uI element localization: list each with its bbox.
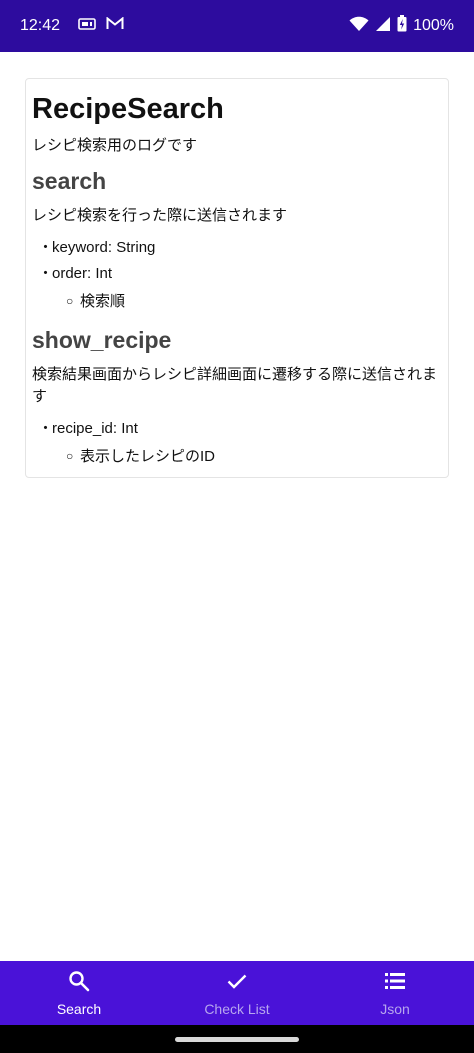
status-time: 12:42 [20,17,61,34]
doc-description: レシピ検索用のログです [32,137,198,154]
wifi-icon [349,16,369,37]
nav-item-search[interactable]: Search [0,961,158,1025]
nav-item-json[interactable]: Json [316,961,474,1025]
param-label: recipe_id: Int [52,420,138,437]
event-description-search: レシピ検索を行った際に送信されます [32,207,288,224]
search-icon [67,969,91,998]
nav-label-check-list: Check List [204,1001,270,1017]
event-name-show-recipe: show_recipe [32,327,172,353]
param-item: ・keyword: String [38,239,156,256]
param-label: keyword: String [52,239,156,256]
status-bar: 12:42 100% [0,0,474,52]
log-document-card: RecipeSearch レシピ検索用のログです search レシピ検索を行っ… [25,78,449,478]
event-description-show-recipe: 検索結果画面からレシピ詳細画面に遷移する際に送信されます [32,366,438,405]
bottom-navigation: Search Check List Json [0,961,474,1025]
param-item: ・recipe_id: Int ○ 表示したレシピのID [32,416,442,471]
home-gesture-handle[interactable] [175,1037,299,1042]
param-notes: ○ 検索順 [38,287,442,316]
param-list-search: ・keyword: String ・order: Int ○ 検索順 [32,235,442,316]
check-icon [225,969,249,998]
signal-icon [375,16,391,37]
gmail-icon [106,16,124,35]
list-icon [383,969,407,998]
param-notes: ○ 表示したレシピのID [38,442,442,471]
circle-bullet-icon: ○ [66,294,74,308]
nav-label-search: Search [56,1001,102,1017]
battery-icon [397,15,407,37]
circle-bullet-icon: ○ [66,449,74,463]
nav-item-check-list[interactable]: Check List [158,961,316,1025]
param-note: ○ 検索順 [66,287,442,316]
param-label: order: Int [52,265,113,282]
doc-title: RecipeSearch [32,93,224,125]
battery-percent: 100% [413,17,454,34]
param-item: ・order: Int ○ 検索順 [32,261,442,316]
gesture-navigation-area [0,1025,474,1053]
sim-card-icon [78,17,96,35]
content-area[interactable]: RecipeSearch レシピ検索用のログです search レシピ検索を行っ… [0,52,474,961]
nav-label-json: Json [380,1001,410,1017]
event-name-search: search [32,168,107,194]
param-note: ○ 表示したレシピのID [66,442,442,471]
param-list-show-recipe: ・recipe_id: Int ○ 表示したレシピのID [32,416,442,471]
